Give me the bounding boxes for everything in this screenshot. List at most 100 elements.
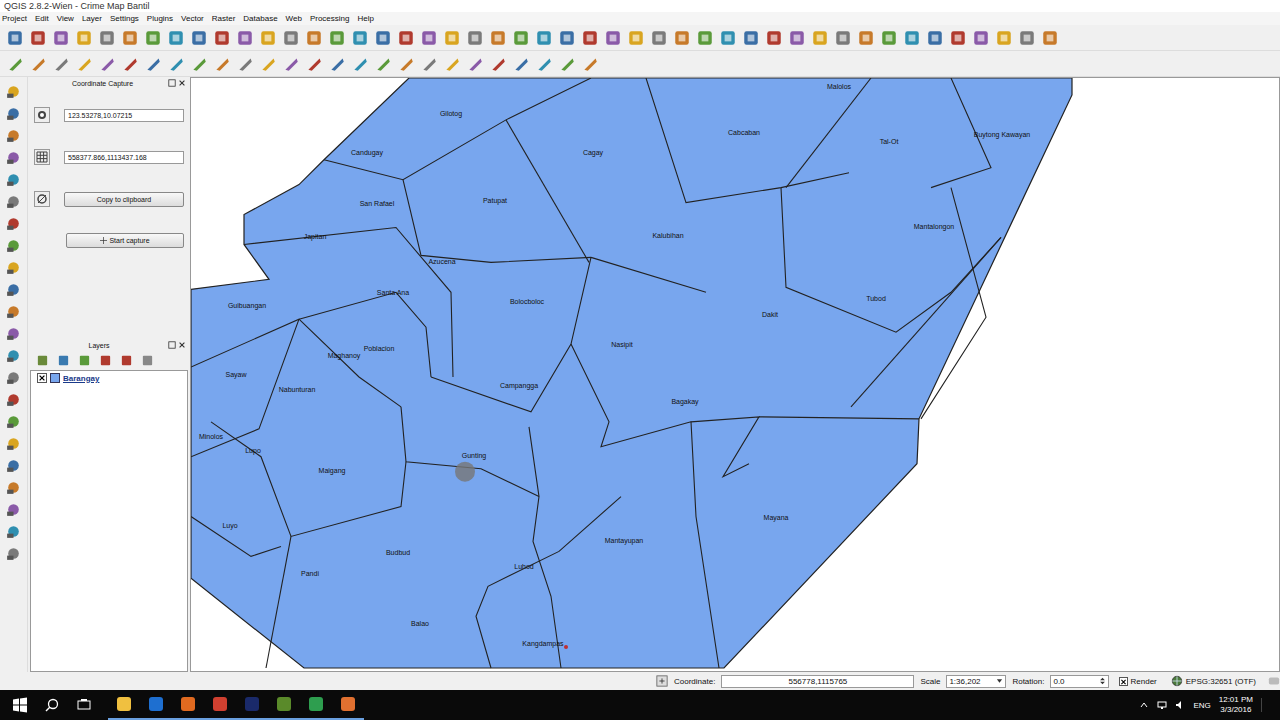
tool-icon[interactable] [972,29,990,47]
spinner-icon[interactable] [1099,677,1106,685]
tool-icon[interactable] [121,29,139,47]
tool-icon[interactable] [5,237,22,254]
copy-button[interactable]: Copy to clipboard [64,192,184,207]
crs-icon[interactable] [34,107,50,123]
menu-item[interactable]: Vector [181,13,204,25]
tool-icon[interactable] [121,55,139,73]
render-checkbox[interactable] [1119,677,1128,686]
layer-tool-icon[interactable] [78,354,91,367]
tool-icon[interactable] [489,29,507,47]
tool-icon[interactable] [443,55,461,73]
tool-icon[interactable] [144,29,162,47]
tool-icon[interactable] [282,55,300,73]
tool-icon[interactable] [6,55,24,73]
tool-icon[interactable] [558,55,576,73]
tool-icon[interactable] [98,29,116,47]
taskbar-app[interactable] [268,690,300,720]
tool-icon[interactable] [650,29,668,47]
menu-item[interactable]: Plugins [147,13,173,25]
tool-icon[interactable] [5,501,22,518]
menu-item[interactable]: Edit [35,13,49,25]
tool-icon[interactable] [1018,29,1036,47]
tool-icon[interactable] [696,29,714,47]
tool-icon[interactable] [765,29,783,47]
tool-icon[interactable] [788,29,806,47]
tool-icon[interactable] [6,29,24,47]
start-capture-button[interactable]: Start capture [66,233,184,248]
tool-icon[interactable] [52,55,70,73]
taskbar-app[interactable] [172,690,204,720]
tool-icon[interactable] [512,55,530,73]
tool-icon[interactable] [5,127,22,144]
map-canvas[interactable]: MalolosGilotogCabcabanTal-OtBuytong Kawa… [190,77,1280,672]
tool-icon[interactable] [466,29,484,47]
tool-icon[interactable] [581,55,599,73]
tool-icon[interactable] [1041,29,1059,47]
tool-icon[interactable] [512,29,530,47]
tool-icon[interactable] [604,29,622,47]
menu-item[interactable]: Web [286,13,302,25]
tool-icon[interactable] [29,55,47,73]
menu-item[interactable]: Processing [310,13,350,25]
tool-icon[interactable] [213,55,231,73]
tool-icon[interactable] [190,29,208,47]
tool-icon[interactable] [75,55,93,73]
network-icon[interactable] [1157,700,1167,710]
tool-icon[interactable] [857,29,875,47]
taskbar-app[interactable] [204,690,236,720]
tool-icon[interactable] [5,83,22,100]
taskbar-app[interactable] [140,690,172,720]
tool-icon[interactable] [52,29,70,47]
tray-arrow-icon[interactable] [1139,700,1149,710]
tool-icon[interactable] [627,29,645,47]
dropdown-icon[interactable] [996,677,1003,685]
tool-icon[interactable] [5,215,22,232]
layer-tool-icon[interactable] [36,354,49,367]
tool-icon[interactable] [259,29,277,47]
tool-icon[interactable] [719,29,737,47]
float-icon[interactable] [168,79,176,87]
tool-icon[interactable] [328,55,346,73]
tool-icon[interactable] [834,29,852,47]
tool-icon[interactable] [397,55,415,73]
tool-icon[interactable] [5,193,22,210]
tool-icon[interactable] [351,55,369,73]
tool-icon[interactable] [236,55,254,73]
tool-icon[interactable] [535,55,553,73]
tool-icon[interactable] [420,29,438,47]
menu-item[interactable]: Raster [212,13,236,25]
taskbar-app[interactable] [332,690,364,720]
tool-icon[interactable] [880,29,898,47]
layer-tool-icon[interactable] [99,354,112,367]
tool-icon[interactable] [466,55,484,73]
tool-icon[interactable] [98,55,116,73]
input-language[interactable]: ENG [1193,701,1210,710]
tool-icon[interactable] [420,55,438,73]
tool-icon[interactable] [5,523,22,540]
tool-icon[interactable] [558,29,576,47]
tool-icon[interactable] [305,29,323,47]
taskbar-app[interactable] [108,690,140,720]
volume-icon[interactable] [1175,700,1185,710]
coordinate-field[interactable]: 556778,1115765 [721,675,914,688]
tool-icon[interactable] [5,105,22,122]
tool-icon[interactable] [75,29,93,47]
tool-icon[interactable] [5,545,22,562]
tool-icon[interactable] [374,29,392,47]
tool-icon[interactable] [5,149,22,166]
menu-item[interactable]: Project [2,13,27,25]
tool-icon[interactable] [5,281,22,298]
layer-tool-icon[interactable] [141,354,154,367]
close-icon[interactable] [178,79,186,87]
layer-tool-icon[interactable] [57,354,70,367]
tool-icon[interactable] [5,435,22,452]
menu-item[interactable]: View [57,13,74,25]
grid-icon[interactable] [34,149,50,165]
tool-icon[interactable] [443,29,461,47]
geographic-field[interactable]: 123.53278,10.07215 [64,109,184,122]
tool-icon[interactable] [5,303,22,320]
projected-field[interactable]: 558377.866,1113437.168 [64,151,184,164]
menu-item[interactable]: Database [243,13,277,25]
tool-icon[interactable] [167,55,185,73]
tool-icon[interactable] [673,29,691,47]
